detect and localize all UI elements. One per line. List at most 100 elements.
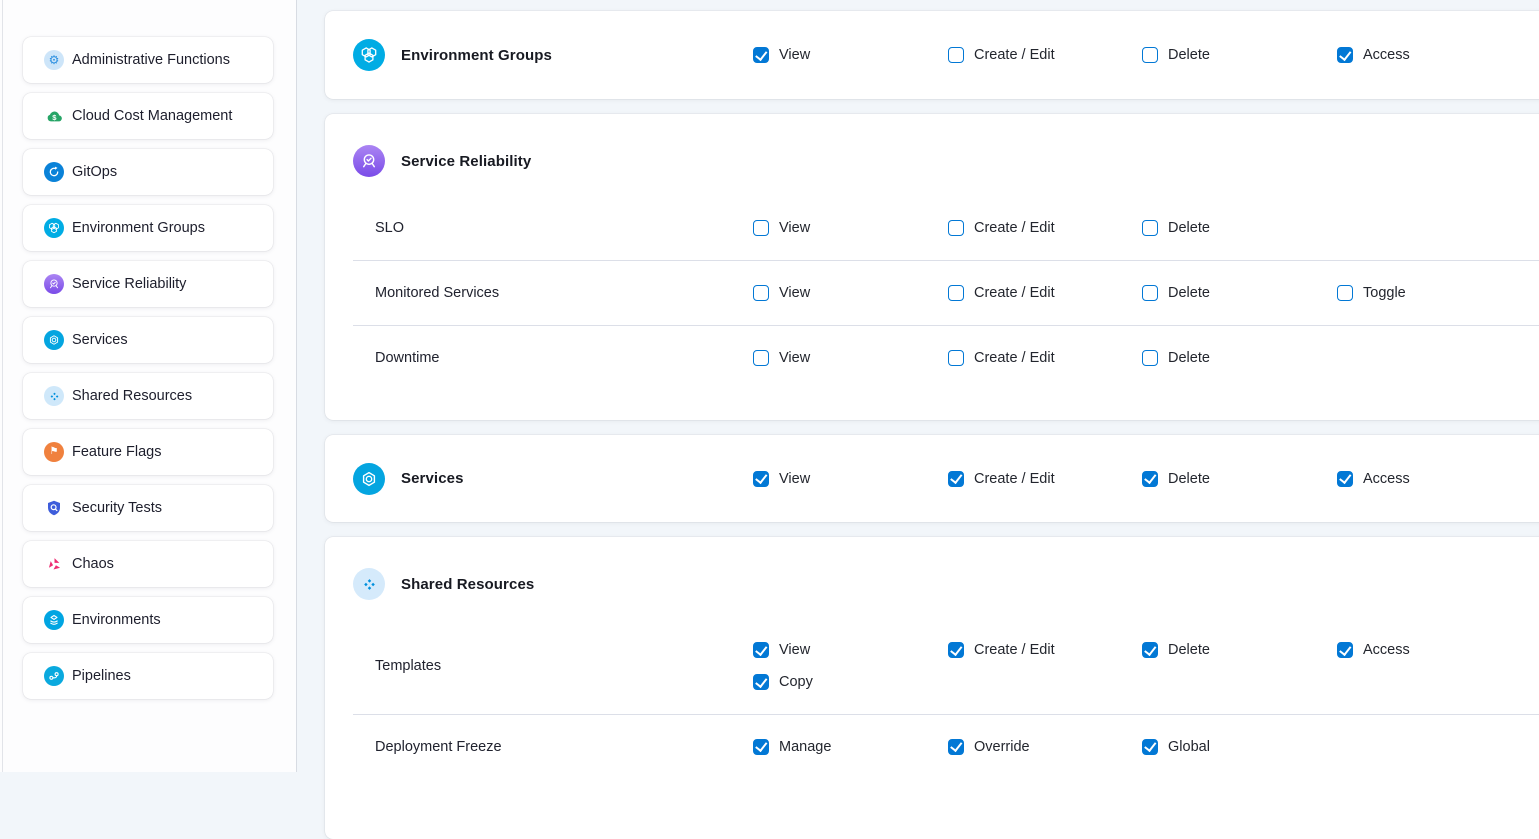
permission-delete[interactable]: Delete (1142, 220, 1210, 236)
checkbox-checked[interactable] (753, 471, 769, 487)
sidebar-item-administrative-functions[interactable]: ⚙Administrative Functions (23, 37, 273, 83)
checkbox-checked[interactable] (1142, 642, 1158, 658)
permission-label: Toggle (1363, 285, 1406, 301)
section-header-row: ServicesView Create / Edit Delete Access (325, 435, 1539, 522)
section-environment-groups: Environment GroupsViewCreate / EditDelet… (325, 11, 1539, 99)
permission-override[interactable]: Override (948, 739, 1030, 755)
checkbox-checked[interactable] (753, 739, 769, 755)
section-service-reliability: Service ReliabilitySLOViewCreate / EditD… (325, 114, 1539, 420)
checkbox-checked[interactable] (1337, 471, 1353, 487)
checkbox-checked[interactable] (1337, 47, 1353, 63)
section-title: Shared Resources (401, 576, 534, 593)
environment-groups-icon (44, 218, 64, 238)
checkbox-unchecked[interactable] (1142, 350, 1158, 366)
permission-view[interactable]: View (753, 220, 810, 236)
permission-label: Access (1363, 47, 1410, 63)
sidebar-item-environment-groups[interactable]: Environment Groups (23, 205, 273, 251)
checkbox-checked[interactable] (1337, 642, 1353, 658)
checkbox-unchecked[interactable] (948, 350, 964, 366)
permission-delete[interactable]: Delete (1142, 471, 1210, 487)
sidebar-item-security-tests[interactable]: Security Tests (23, 485, 273, 531)
permission-label: Global (1168, 739, 1210, 755)
permission-label: Access (1363, 471, 1410, 487)
sidebar-item-environments[interactable]: Environments (23, 597, 273, 643)
sidebar-item-label: GitOps (72, 164, 117, 180)
permission-view[interactable]: View (753, 471, 810, 487)
permission-toggle[interactable]: Toggle (1337, 285, 1406, 301)
permission-label: Delete (1168, 47, 1210, 63)
gitops-icon (44, 162, 64, 182)
checkbox-unchecked[interactable] (753, 350, 769, 366)
sidebar-item-chaos[interactable]: Chaos (23, 541, 273, 587)
app-root: ⚙Administrative Functions $Cloud Cost Man… (0, 0, 1539, 772)
checkbox-unchecked[interactable] (753, 220, 769, 236)
sidebar-item-pipelines[interactable]: Pipelines (23, 653, 273, 699)
sidebar-item-gitops[interactable]: GitOps (23, 149, 273, 195)
section-header-row: Service Reliability (325, 114, 1539, 177)
sidebar-item-service-reliability[interactable]: Service Reliability (23, 261, 273, 307)
sidebar-item-cloud-cost-management[interactable]: $Cloud Cost Management (23, 93, 273, 139)
resource-label: Templates (353, 658, 753, 674)
checkbox-checked[interactable] (1142, 471, 1158, 487)
permission-manage[interactable]: Manage (753, 739, 831, 755)
checkbox-checked[interactable] (753, 642, 769, 658)
permission-label: View (779, 220, 810, 236)
permission-create-edit[interactable]: Create / Edit (948, 471, 1055, 487)
checkbox-checked[interactable] (948, 642, 964, 658)
permission-view[interactable]: View (753, 285, 810, 301)
cloud-dollar-icon: $ (44, 106, 64, 126)
permission-access[interactable]: Access (1337, 642, 1410, 658)
checkbox-checked[interactable] (948, 739, 964, 755)
permission-label: Delete (1168, 350, 1210, 366)
sidebar-item-feature-flags[interactable]: ⚑Feature Flags (23, 429, 273, 475)
environment-groups-icon (353, 39, 385, 71)
section-head: Services (353, 463, 753, 495)
permission-label: Override (974, 739, 1030, 755)
permission-access[interactable]: Access (1337, 471, 1410, 487)
section-head: Shared Resources (353, 568, 534, 600)
checkbox-unchecked[interactable] (1142, 220, 1158, 236)
permission-delete[interactable]: Delete (1142, 642, 1210, 658)
permission-global[interactable]: Global (1142, 739, 1210, 755)
section-shared-resources: Shared Resources Templates View Create / Ed… (325, 537, 1539, 839)
services-icon (44, 330, 64, 350)
sidebar-item-services[interactable]: Services (23, 317, 273, 363)
checkbox-checked[interactable] (753, 47, 769, 63)
permission-access[interactable]: Access (1337, 47, 1410, 63)
resource-label: Downtime (353, 350, 753, 366)
permission-label: View (779, 642, 810, 658)
checkbox-unchecked[interactable] (1142, 47, 1158, 63)
permission-delete[interactable]: Delete (1142, 285, 1210, 301)
checkbox-unchecked[interactable] (948, 47, 964, 63)
permission-row-downtime: DowntimeView Create / Edit Delete (325, 325, 1539, 390)
permission-view[interactable]: View (753, 350, 810, 366)
pipelines-icon (44, 666, 64, 686)
permission-view[interactable]: View (753, 642, 810, 658)
sidebar-item-label: Service Reliability (72, 276, 186, 292)
permission-label: Create / Edit (974, 285, 1055, 301)
permission-delete[interactable]: Delete (1142, 350, 1210, 366)
checkbox-unchecked[interactable] (948, 220, 964, 236)
checkbox-unchecked[interactable] (1337, 285, 1353, 301)
checkbox-checked[interactable] (1142, 739, 1158, 755)
permission-create-edit[interactable]: Create / Edit (948, 285, 1055, 301)
sidebar-item-shared-resources[interactable]: Shared Resources (23, 373, 273, 419)
permission-create-edit[interactable]: Create / Edit (948, 642, 1055, 658)
permission-copy[interactable]: Copy (753, 674, 813, 690)
checkbox-checked[interactable] (753, 674, 769, 690)
permission-delete[interactable]: Delete (1142, 47, 1210, 63)
permission-row-templates: Templates View Create / Edit Delete Access Co… (325, 618, 1539, 714)
permission-create-edit[interactable]: Create / Edit (948, 350, 1055, 366)
permission-create-edit[interactable]: Create / Edit (948, 220, 1055, 236)
resources-sidebar: ⚙Administrative Functions $Cloud Cost Man… (0, 0, 297, 772)
permission-view[interactable]: View (753, 47, 810, 63)
checkbox-unchecked[interactable] (1142, 285, 1158, 301)
permission-label: Create / Edit (974, 47, 1055, 63)
checkbox-unchecked[interactable] (948, 285, 964, 301)
chaos-icon (44, 554, 64, 574)
checkbox-checked[interactable] (948, 471, 964, 487)
permission-create-edit[interactable]: Create / Edit (948, 47, 1055, 63)
permission-label: Create / Edit (974, 350, 1055, 366)
permission-label: Create / Edit (974, 642, 1055, 658)
checkbox-unchecked[interactable] (753, 285, 769, 301)
